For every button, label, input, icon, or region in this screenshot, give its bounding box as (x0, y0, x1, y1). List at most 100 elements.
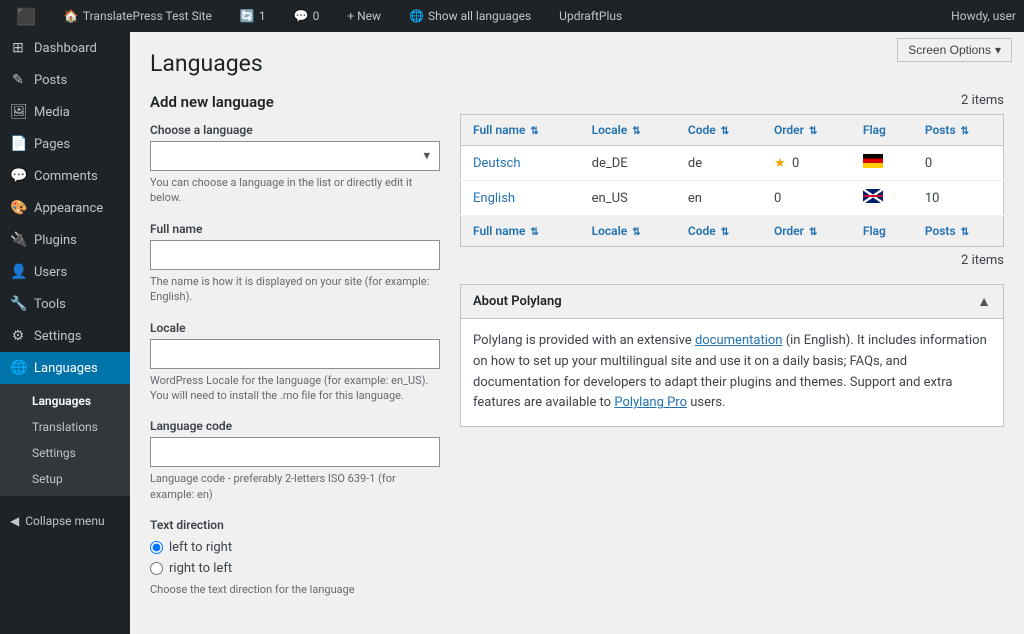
th-footer-order[interactable]: Order ⇅ (762, 216, 851, 247)
show-all-languages-button[interactable]: 🌐 Show all languages (401, 0, 539, 32)
order-sort-icon: ⇅ (809, 126, 817, 137)
items-count-top: 2 items (460, 93, 1004, 108)
footer-fullname-sort: ⇅ (530, 227, 538, 238)
locale-input[interactable] (150, 339, 440, 369)
flag-en (863, 189, 883, 203)
comments-button[interactable]: 💬 0 (286, 0, 328, 32)
sidebar-item-dashboard[interactable]: ⊞ Dashboard (0, 32, 130, 64)
rtl-radio-label[interactable]: right to left (150, 561, 440, 576)
language-code-section: Language code Language code - preferably… (150, 419, 440, 502)
languages-icon: 🌐 (409, 9, 424, 23)
media-label: Media (34, 105, 70, 120)
sidebar-item-settings[interactable]: ⚙ Settings (0, 320, 130, 352)
settings-icon: ⚙ (10, 328, 26, 344)
collapse-label: Collapse menu (25, 514, 104, 528)
sidebar-item-comments[interactable]: 💬 Comments (0, 160, 130, 192)
locale-section: Locale WordPress Locale for the language… (150, 321, 440, 404)
appearance-label: Appearance (34, 201, 103, 216)
languages-table: Full name ⇅ Locale ⇅ Code ⇅ (460, 114, 1004, 247)
th-footer-locale[interactable]: Locale ⇅ (580, 216, 676, 247)
site-name: TranslatePress Test Site (83, 9, 212, 23)
comments-label: Comments (34, 169, 98, 184)
language-code-input[interactable] (150, 437, 440, 467)
site-name-button[interactable]: 🏠 TranslatePress Test Site (56, 0, 220, 32)
th-posts[interactable]: Posts ⇅ (913, 115, 1004, 146)
full-name-input[interactable] (150, 240, 440, 270)
polylang-box-content: Polylang is provided with an extensive d… (461, 319, 1003, 426)
sidebar-item-languages[interactable]: 🌐 Languages (0, 352, 130, 384)
show-all-languages-label: Show all languages (428, 9, 531, 23)
submenu-setup-label: Setup (32, 472, 63, 486)
admin-bar: ⬛ 🏠 TranslatePress Test Site 🔄 1 💬 0 + N… (0, 0, 1024, 32)
collapse-menu-button[interactable]: ◀ Collapse menu (0, 504, 130, 538)
code-sort-icon: ⇅ (721, 126, 729, 137)
rtl-label: right to left (169, 561, 232, 576)
sidebar-item-posts[interactable]: ✎ Posts (0, 64, 130, 96)
full-name-label: Full name (150, 222, 440, 236)
comments-icon: 💬 (294, 9, 309, 23)
new-label: + New (347, 9, 381, 23)
updates-button[interactable]: 🔄 1 (232, 0, 274, 32)
sidebar-item-tools[interactable]: 🔧 Tools (0, 288, 130, 320)
users-label: Users (34, 265, 67, 280)
polylang-box-title: About Polylang (473, 294, 562, 309)
updraftplus-label: UpdraftPlus (559, 9, 622, 23)
posts-sort-icon: ⇅ (961, 126, 969, 137)
rtl-radio[interactable] (150, 562, 163, 575)
sidebar-item-users[interactable]: 👤 Users (0, 256, 130, 288)
choose-language-hint: You can choose a language in the list or… (150, 175, 440, 206)
dashboard-icon: ⊞ (10, 40, 26, 56)
posts-icon: ✎ (10, 72, 26, 88)
chevron-down-icon: ▾ (995, 43, 1001, 57)
sidebar-item-appearance[interactable]: 🎨 Appearance (0, 192, 130, 224)
posts-label: Posts (34, 73, 67, 88)
update-count: 1 (259, 9, 266, 23)
deutsch-link[interactable]: Deutsch (473, 156, 521, 171)
th-footer-fullname[interactable]: Full name ⇅ (461, 216, 580, 247)
sidebar-item-plugins[interactable]: 🔌 Plugins (0, 224, 130, 256)
language-select[interactable] (150, 141, 440, 171)
content-columns: Add new language Choose a language You c… (150, 93, 1004, 614)
updraftplus-button[interactable]: UpdraftPlus (551, 0, 630, 32)
sidebar-item-pages[interactable]: 📄 Pages (0, 128, 130, 160)
wp-logo-button[interactable]: ⬛ (8, 0, 44, 32)
polylang-doc-link[interactable]: documentation (695, 333, 783, 348)
submenu-item-setup[interactable]: Setup (0, 466, 130, 492)
plugins-label: Plugins (34, 233, 77, 248)
td-flag-deutsch (851, 146, 913, 181)
th-locale[interactable]: Locale ⇅ (580, 115, 676, 146)
wp-icon: ⬛ (16, 7, 36, 26)
languages-sidebar-label: Languages (34, 361, 98, 376)
languages-table-area: 2 items Full name ⇅ Locale ⇅ (460, 93, 1004, 427)
table-row: English en_US en 0 10 (461, 181, 1004, 216)
appearance-icon: 🎨 (10, 200, 26, 216)
footer-locale-sort: ⇅ (632, 227, 640, 238)
submenu-item-translations[interactable]: Translations (0, 414, 130, 440)
screen-options-button[interactable]: Screen Options ▾ (897, 38, 1012, 62)
th-fullname[interactable]: Full name ⇅ (461, 115, 580, 146)
full-name-section: Full name The name is how it is displaye… (150, 222, 440, 305)
sidebar-item-media[interactable]: 🖼 Media (0, 96, 130, 128)
text-direction-label: Text direction (150, 518, 440, 532)
admin-sidebar: ⊞ Dashboard ✎ Posts 🖼 Media 📄 Pages 💬 Co… (0, 32, 130, 634)
comment-count: 0 (313, 9, 320, 23)
english-link[interactable]: English (473, 191, 515, 206)
locale-sort-icon: ⇅ (632, 126, 640, 137)
th-code[interactable]: Code ⇅ (676, 115, 762, 146)
pages-label: Pages (34, 137, 70, 152)
new-content-button[interactable]: + New (339, 0, 389, 32)
polylang-pro-link[interactable]: Polylang Pro (614, 395, 687, 410)
submenu-languages-label: Languages (32, 394, 91, 408)
submenu-item-languages[interactable]: Languages (0, 388, 130, 414)
locale-label: Locale (150, 321, 440, 335)
td-fullname-english: English (461, 181, 580, 216)
settings-label: Settings (34, 329, 81, 344)
th-order[interactable]: Order ⇅ (762, 115, 851, 146)
submenu-item-settings[interactable]: Settings (0, 440, 130, 466)
th-footer-posts[interactable]: Posts ⇅ (913, 216, 1004, 247)
th-flag: Flag (851, 115, 913, 146)
languages-sidebar-icon: 🌐 (10, 360, 26, 376)
polylang-toggle-button[interactable]: ▲ (977, 293, 991, 310)
star-icon: ★ (774, 156, 786, 171)
th-footer-code[interactable]: Code ⇅ (676, 216, 762, 247)
